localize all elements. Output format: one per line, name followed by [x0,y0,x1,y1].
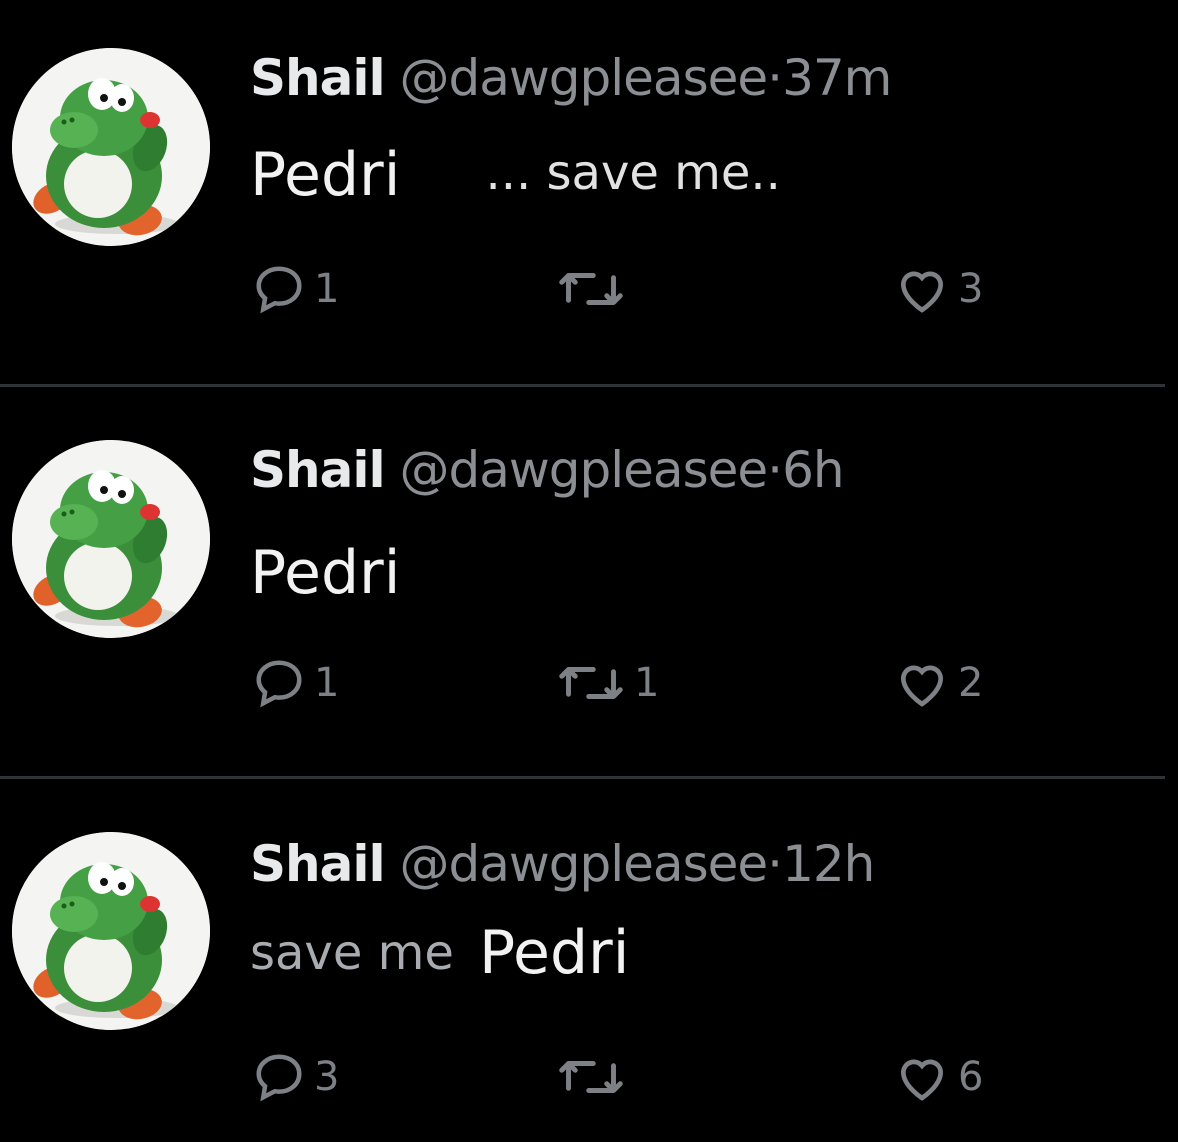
avatar[interactable] [12,440,210,638]
retweet-button[interactable] [556,1050,634,1104]
retweet-count: 1 [634,660,660,706]
reply-icon [256,1054,302,1102]
display-name[interactable]: Shail [250,835,386,893]
like-button[interactable]: 3 [894,262,983,316]
heart-icon [900,271,944,313]
tweet-text: save me Pedri [250,918,629,988]
heart-icon [900,1059,944,1101]
heart-icon [900,665,944,707]
yoshi-avatar-icon [12,832,210,1030]
reply-button[interactable]: 1 [252,262,339,316]
tweet-text-part: Pedri [250,140,401,210]
avatar[interactable] [12,48,210,246]
retweet-icon [559,667,623,699]
yoshi-avatar-icon [12,48,210,246]
retweet-icon [559,273,623,305]
divider [0,776,1165,779]
retweet-icon [559,1061,623,1093]
reply-count: 3 [314,1054,340,1100]
like-count: 6 [958,1054,984,1100]
like-count: 3 [958,266,984,312]
tweet-header: Shail @dawgpleasee·37m [250,48,892,108]
tweet-text-part: ... save me.. [485,145,781,201]
user-handle[interactable]: @dawgpleasee [400,835,769,893]
retweet-button[interactable]: 1 [556,656,659,710]
tweet-text-part: save me [250,925,454,981]
retweet-button[interactable] [556,262,634,316]
reply-icon [256,266,302,314]
like-count: 2 [958,660,984,706]
user-handle[interactable]: @dawgpleasee [400,441,769,499]
separator-dot: · [767,835,783,893]
timestamp[interactable]: 37m [782,49,892,107]
reply-button[interactable]: 1 [252,656,339,710]
separator-dot: · [767,49,783,107]
like-button[interactable]: 2 [894,656,983,710]
tweet-header: Shail @dawgpleasee·6h [250,440,845,500]
reply-count: 1 [314,266,340,312]
separator-dot: · [767,441,783,499]
divider [0,384,1165,387]
avatar[interactable] [12,832,210,1030]
tweet-text-part: Pedri [479,918,630,988]
display-name[interactable]: Shail [250,49,386,107]
display-name[interactable]: Shail [250,441,386,499]
reply-button[interactable]: 3 [252,1050,339,1104]
reply-count: 1 [314,660,340,706]
tweet-header: Shail @dawgpleasee·12h [250,834,875,894]
timestamp[interactable]: 12h [782,835,875,893]
reply-icon [256,660,302,708]
like-button[interactable]: 6 [894,1050,983,1104]
tweet-text-part: Pedri [250,538,401,608]
yoshi-avatar-icon [12,440,210,638]
timestamp[interactable]: 6h [782,441,845,499]
tweet-text: Pedri ... save me.. [250,140,781,210]
tweet-text: Pedri [250,538,400,608]
user-handle[interactable]: @dawgpleasee [400,49,769,107]
